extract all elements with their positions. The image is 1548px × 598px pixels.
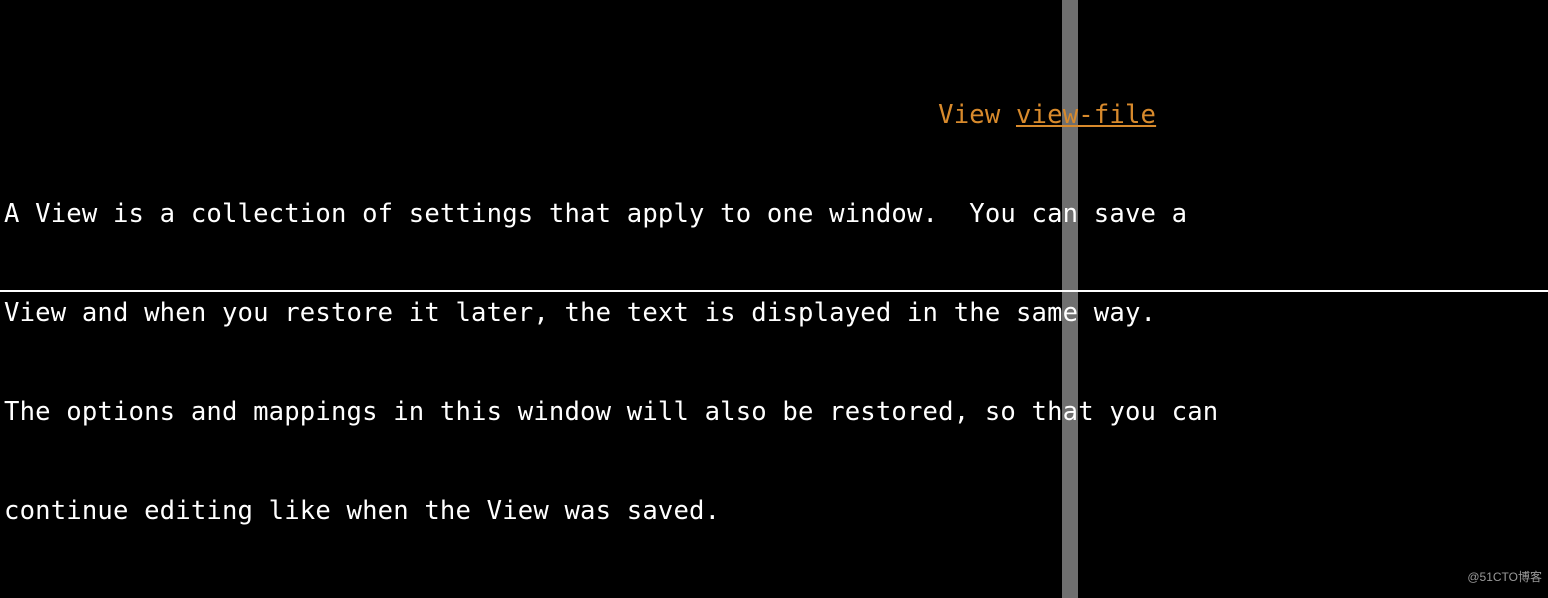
tag-line-view: View view-file xyxy=(4,99,1544,132)
watermark: @51CTO博客 xyxy=(1467,561,1542,594)
view-tag-link[interactable]: view-file xyxy=(1016,100,1156,130)
view-paragraph-line: continue editing like when the View was … xyxy=(4,495,1544,528)
view-paragraph-line: View and when you restore it later, the … xyxy=(4,297,1544,330)
blank-line xyxy=(4,594,1544,598)
view-paragraph-line: A View is a collection of settings that … xyxy=(4,198,1544,231)
view-tag-label: View xyxy=(938,100,1000,130)
help-text-viewport: View view-file A View is a collection of… xyxy=(4,0,1544,598)
view-paragraph-line: The options and mappings in this window … xyxy=(4,396,1544,429)
